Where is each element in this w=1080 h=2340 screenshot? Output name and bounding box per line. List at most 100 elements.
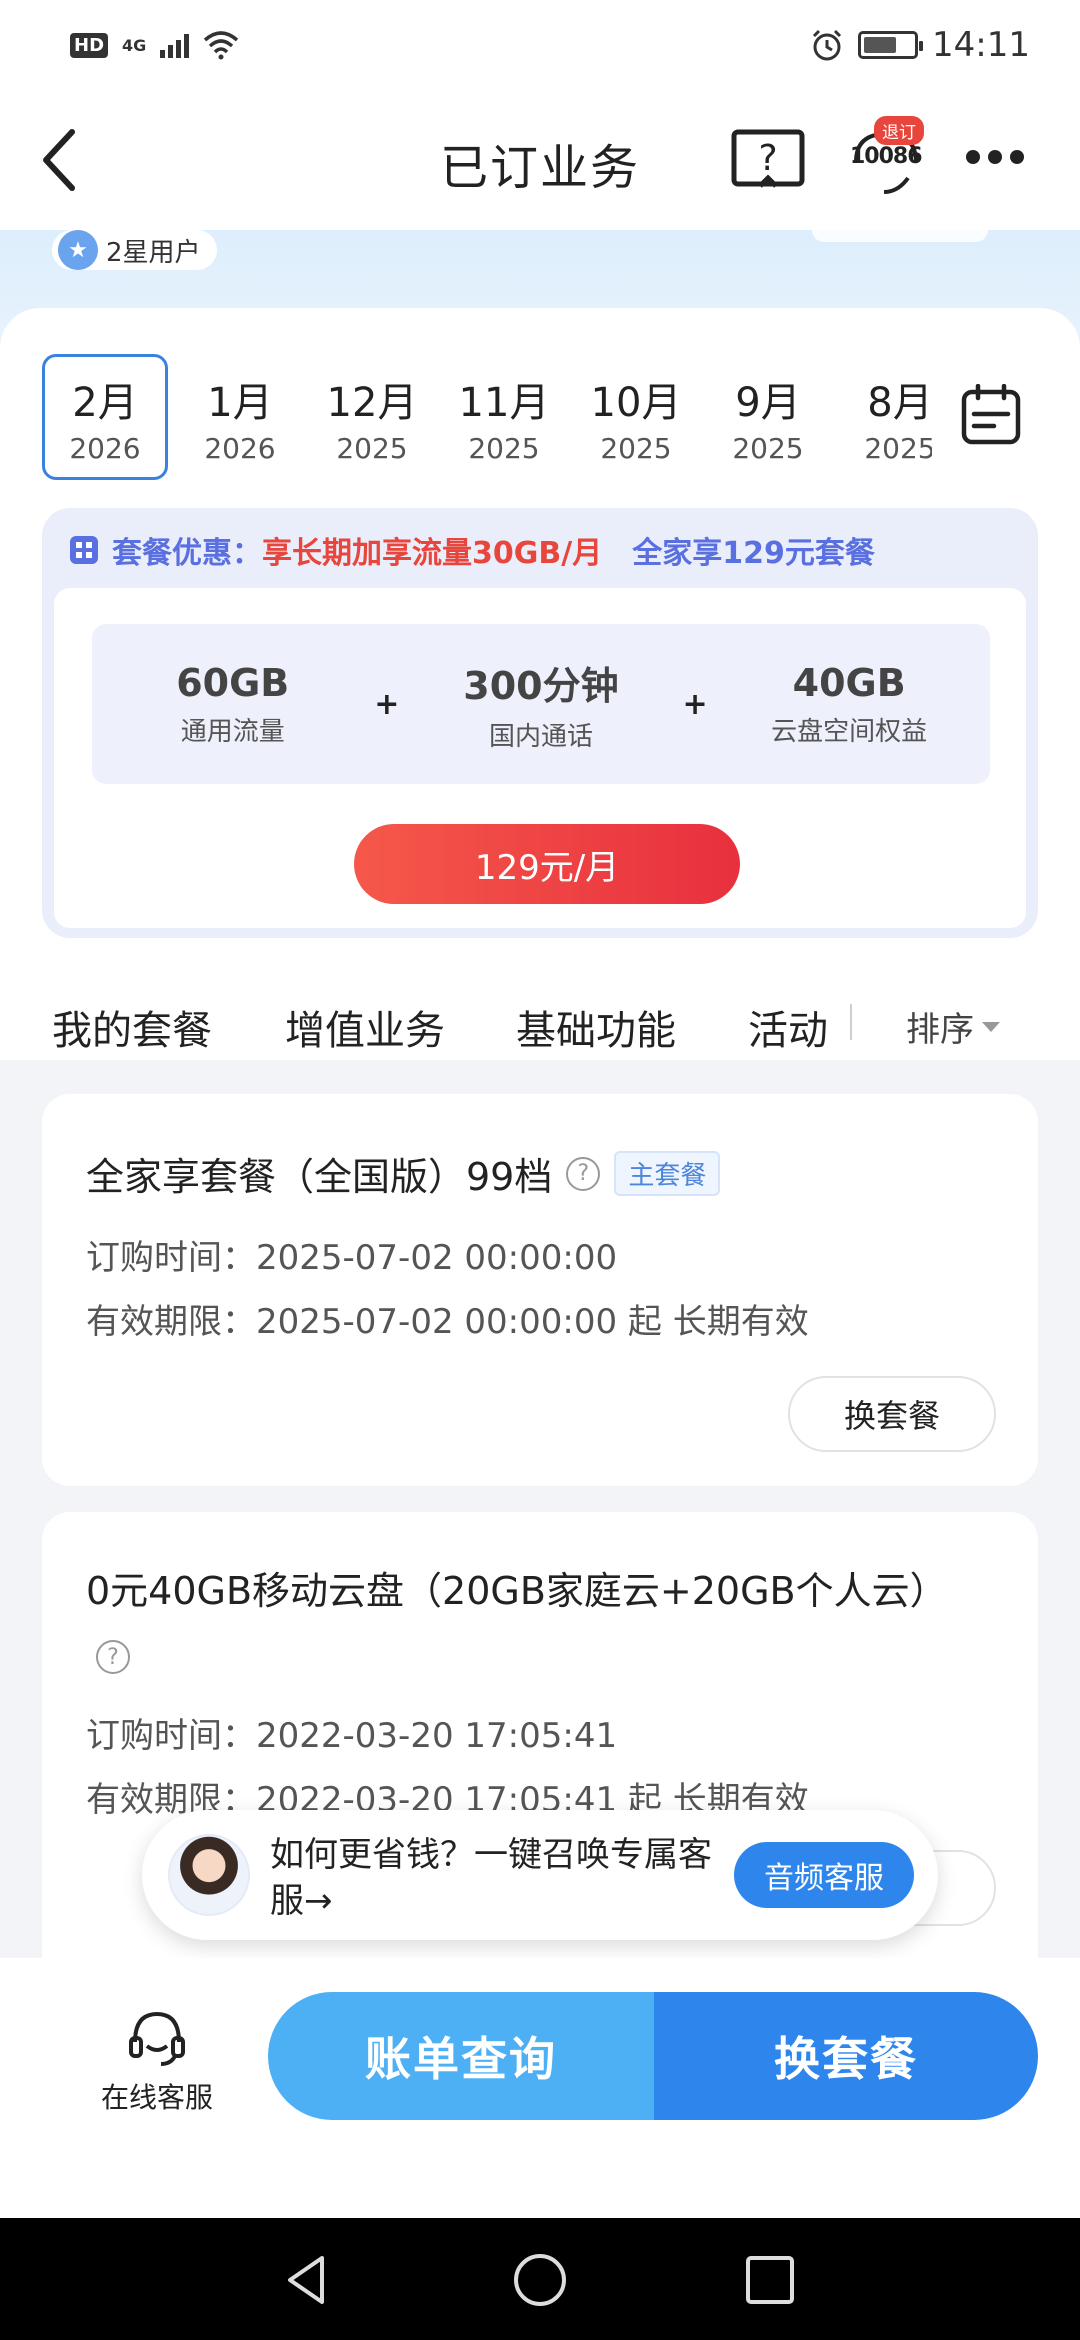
change-plan-main-button[interactable]: 换套餐 [654, 1992, 1038, 2120]
month-label: 8月 [867, 379, 932, 426]
tab-basic-functions[interactable]: 基础功能 [516, 998, 676, 1056]
month-label: 11月 [458, 379, 550, 426]
order-time-label: 订购时间： [86, 1238, 256, 1278]
order-time-row: 订购时间：2025-07-02 00:00:00 [86, 1230, 617, 1279]
year-label: 2025 [468, 431, 540, 465]
order-time-value: 2025-07-02 00:00:00 [256, 1238, 618, 1278]
package-title: 0元40GB移动云盘（20GB家庭云+20GB个人云） [86, 1569, 948, 1613]
year-label: 2025 [732, 431, 804, 465]
online-service-label: 在线客服 [100, 2081, 213, 2114]
caret-down-icon [982, 1021, 1000, 1032]
package-title: 全家享套餐（全国版）99档 [86, 1155, 553, 1199]
valid-period-label: 有效期限： [86, 1302, 256, 1342]
online-service-button[interactable]: 在线客服 [92, 2008, 222, 2116]
service-floater[interactable]: 如何更省钱？一键召唤专属客服→ 音频客服 [142, 1810, 938, 1940]
signal-icon [160, 32, 190, 58]
tab-my-plan[interactable]: 我的套餐 [52, 998, 212, 1056]
month-item[interactable]: 11月 2025 [438, 354, 570, 480]
help-book-icon[interactable]: ? [730, 128, 806, 192]
tab-activities[interactable]: 活动 [748, 998, 828, 1056]
customer-service-10086-button[interactable]: 10086 退订 [846, 116, 926, 198]
order-time-value: 2022-03-20 17:05:41 [256, 1716, 618, 1756]
svg-text:?: ? [758, 138, 777, 179]
promo-highlight: 享长期加享流量30GB/月 [262, 536, 603, 571]
promo-inner: 60GB 通用流量 + 300分钟 国内通话 + 40GB 云盘空间权益 129… [54, 588, 1026, 928]
clock: 14:11 [932, 25, 1030, 65]
main-plan-tag: 主套餐 [614, 1151, 721, 1196]
quota-item: 40GB 云盘空间权益 [749, 661, 949, 748]
valid-period-row: 有效期限：2025-07-02 00:00:00 起 长期有效 [86, 1294, 809, 1343]
system-nav-bar [0, 2218, 1080, 2340]
month-item[interactable]: 10月 2025 [570, 354, 702, 480]
sort-button[interactable]: 排序 [906, 1002, 1000, 1051]
promo-plan: 全家享129元套餐 [632, 536, 875, 571]
sort-label: 排序 [906, 1010, 974, 1050]
month-label: 12月 [326, 379, 418, 426]
top-nav: 已订业务 ? 10086 退订 [0, 90, 1080, 230]
package-title-row: 全家享套餐（全国版）99档 ? 主套餐 [86, 1146, 721, 1201]
quota-item: 60GB 通用流量 [133, 661, 333, 748]
plus-sign: + [374, 686, 400, 722]
tab-divider [850, 1004, 852, 1040]
quota-value: 300分钟 [463, 664, 619, 708]
tab-value-added[interactable]: 增值业务 [285, 998, 445, 1056]
agent-avatar [168, 1834, 250, 1916]
year-label: 2025 [600, 431, 672, 465]
month-label: 9月 [735, 379, 801, 426]
quota-value: 40GB [792, 660, 906, 705]
status-bar: HD 4G 14:11 [0, 0, 1080, 90]
quota-item: 300分钟 国内通话 [441, 655, 641, 753]
month-item[interactable]: 9月 2025 [702, 354, 834, 480]
floater-text: 如何更省钱？一键召唤专属客服→ [270, 1835, 712, 1921]
bill-query-button[interactable]: 账单查询 [268, 1992, 654, 2120]
month-selector: 2月 2026 1月 2026 12月 2025 11月 2025 10月 20… [42, 354, 932, 484]
order-time-row: 订购时间：2022-03-20 17:05:41 [86, 1708, 617, 1757]
year-label: 2025 [864, 431, 932, 465]
quota-label: 通用流量 [180, 716, 285, 747]
promo-header: 套餐优惠：享长期加享流量30GB/月 全家享129元套餐 [70, 528, 875, 572]
grid-icon [70, 536, 98, 564]
nav-recents-icon[interactable] [740, 2250, 800, 2310]
promo-card[interactable]: 套餐优惠：享长期加享流量30GB/月 全家享129元套餐 60GB 通用流量 +… [42, 508, 1038, 938]
month-item[interactable]: 2月 2026 [42, 354, 168, 480]
bottom-action-bar: 在线客服 账单查询 换套餐 [0, 1958, 1080, 2218]
question-icon[interactable]: ? [96, 1640, 130, 1674]
month-label: 10月 [590, 379, 682, 426]
calendar-icon[interactable] [960, 384, 1022, 446]
headset-icon [129, 2011, 185, 2066]
year-label: 2025 [336, 431, 408, 465]
quota-label: 云盘空间权益 [771, 716, 928, 747]
promo-label: 套餐优惠： [112, 536, 262, 571]
quota-box: 60GB 通用流量 + 300分钟 国内通话 + 40GB 云盘空间权益 [92, 624, 990, 784]
month-item[interactable]: 1月 2026 [174, 354, 306, 480]
user-level-label: 2星用户 [106, 237, 201, 268]
month-label: 1月 [207, 379, 273, 426]
quota-value: 60GB [176, 660, 290, 705]
package-title-row: 0元40GB移动云盘（20GB家庭云+20GB个人云） [86, 1560, 948, 1615]
wifi-icon [204, 31, 239, 60]
cs-number: 10086 [850, 144, 923, 169]
alarm-icon [812, 29, 842, 61]
unsubscribe-tag: 退订 [874, 116, 924, 145]
quota-label: 国内通话 [488, 722, 593, 752]
valid-period-value: 2025-07-02 00:00:00 起 长期有效 [256, 1302, 809, 1342]
month-item[interactable]: 8月 2025 [834, 354, 932, 480]
order-time-label: 订购时间： [86, 1716, 256, 1756]
nav-home-icon[interactable] [510, 2250, 570, 2310]
audio-service-button[interactable]: 音频客服 [734, 1842, 914, 1908]
network-type: 4G [122, 35, 147, 55]
nav-back-icon[interactable] [278, 2250, 338, 2310]
package-card: 全家享套餐（全国版）99档 ? 主套餐 订购时间：2025-07-02 00:0… [42, 1094, 1038, 1486]
year-label: 2026 [204, 431, 276, 465]
battery-icon [858, 31, 924, 59]
more-icon[interactable] [966, 150, 1024, 164]
question-icon[interactable]: ? [566, 1156, 601, 1191]
price-button[interactable]: 129元/月 [354, 824, 740, 904]
year-label: 2026 [69, 431, 141, 465]
hd-badge: HD [70, 32, 109, 58]
category-tabs: 我的套餐 增值业务 基础功能 活动 排序 [0, 964, 1080, 1068]
month-item[interactable]: 12月 2025 [306, 354, 438, 480]
change-plan-button[interactable]: 换套餐 [788, 1376, 996, 1452]
plus-sign: + [682, 686, 708, 722]
month-label: 2月 [72, 379, 138, 426]
